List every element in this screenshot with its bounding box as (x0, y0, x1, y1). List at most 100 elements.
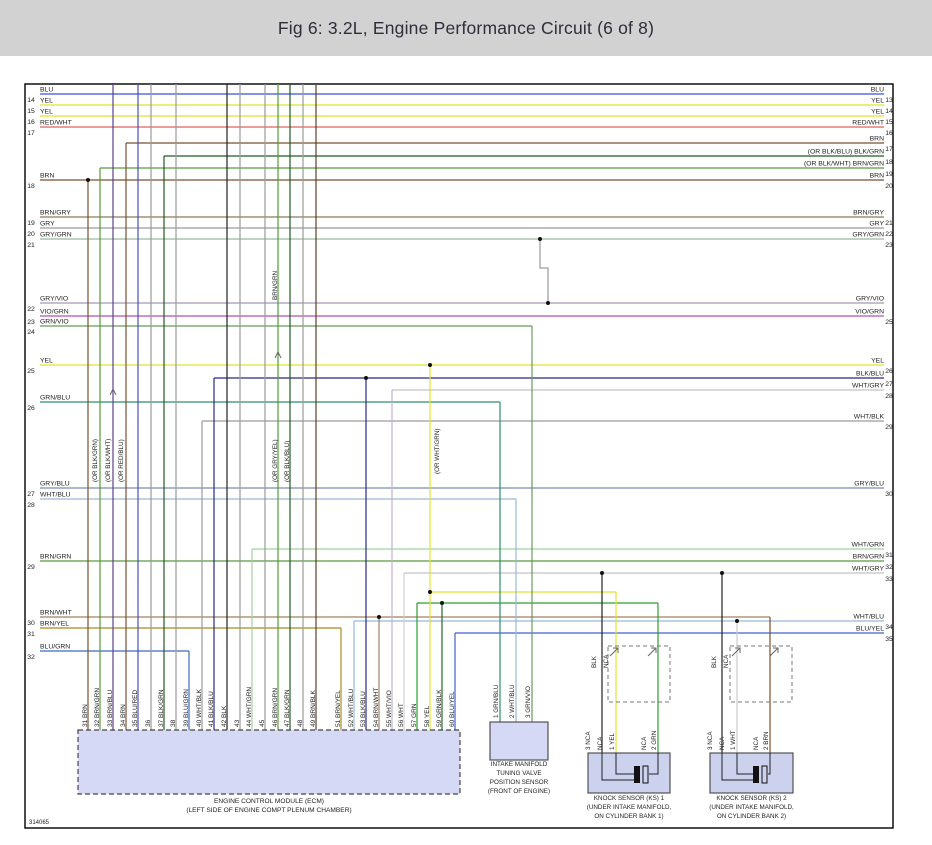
pin-number-right: 34 (885, 624, 893, 631)
pin-number-left: 17 (27, 130, 35, 137)
ks1-caption: ON CYLINDER BANK 1) (594, 813, 663, 820)
pin-number-left: 27 (27, 491, 35, 498)
pin-number-right: 31 (885, 552, 893, 559)
pin-number-left: 25 (27, 368, 35, 375)
ecm-pin-label: 40 WHT/BLK (196, 688, 203, 727)
pin-number-right: 23 (885, 242, 893, 249)
wire-color-label-right: GRY/BLU (854, 481, 884, 488)
wire-color-label-left: BRN/GRY (40, 210, 71, 217)
wire-color-label-rotated: (OR BLK/GRN) (92, 439, 99, 482)
pin-number-right: 30 (885, 491, 893, 498)
wire-color-label-rotated: (OR BLK/WHT) (105, 439, 112, 482)
ecm-pin-label: 49 BRN/BLK (310, 689, 317, 727)
junction-dot (538, 237, 542, 241)
ks1-pin-label: 2 GRN (651, 730, 658, 750)
ks2-wire-label: NCA (723, 654, 730, 668)
wire-color-label-right: WHT/BLU (853, 614, 884, 621)
pin-number-right: 29 (885, 424, 893, 431)
ks1-pin-label: NCA (597, 736, 604, 750)
wire-color-label-right: GRY (869, 221, 884, 228)
ecm-pin-label: 47 BLK/GRN (284, 689, 291, 727)
wire-color-label-right: YEL (871, 358, 884, 365)
pin-number-right: 27 (885, 381, 893, 388)
ecm-pin-label: 32 BRN/GRN (94, 688, 101, 727)
wire-color-label-right: WHT/BLK (854, 414, 885, 421)
pin-number-left: 23 (27, 319, 35, 326)
ks2-pin-label: NCA (719, 736, 726, 750)
imtv-caption: TUNING VALVE (496, 770, 541, 777)
ecm-pin-label: 38 (170, 719, 177, 727)
wire-color-label-right: (OR BLK/BLU) BLK/GRN (808, 149, 884, 156)
wiring-diagram: BLU14BLU13YEL15YEL14YEL16YEL15RED/WHT17R… (0, 0, 932, 845)
wire-color-label-left: RED/WHT (40, 120, 72, 127)
pin-number-left: 29 (27, 564, 35, 571)
pin-number-left: 24 (27, 329, 35, 336)
ecm-pin-label: 59 GRN/BLK (436, 689, 443, 727)
ecm-pin-label: 51 BRN/YEL (335, 690, 342, 727)
wire-color-label-left: GRY (40, 221, 55, 228)
wire-color-label-left: GRY/BLU (40, 481, 70, 488)
ecm-pin-label: 58 YEL (424, 705, 431, 727)
junction-dot (546, 301, 550, 305)
wire-color-label-right: BRN (870, 173, 884, 180)
imtv-sensor-box (490, 722, 548, 760)
pin-number-right: 32 (885, 564, 893, 571)
shield-ground-arrow-icon (770, 648, 778, 656)
ks1-caption: (UNDER INTAKE MANIFOLD, (587, 804, 672, 811)
figure-title: Fig 6: 3.2L, Engine Performance Circuit … (278, 18, 654, 39)
imtv-pin-label: 3 GRN/VIO (525, 686, 532, 718)
ecm-pin-label: 60 BLU/YEL (449, 691, 456, 727)
pin-number-right: 22 (885, 231, 893, 238)
ecm-pin-label: 53 BLK/BLU (360, 691, 367, 727)
wire-color-label-left: BRN/GRN (40, 554, 71, 561)
ks2-wire-label: BLK (711, 655, 718, 668)
ks2-pin-label: 3 NCA (707, 731, 714, 750)
wire-color-label-left: VIO/GRN (40, 309, 69, 316)
ks2-pin-label: 1 WHT (730, 730, 737, 750)
ecm-pin-label: 35 BLU/RED (132, 689, 139, 727)
pin-number-left: 31 (27, 631, 35, 638)
ecm-pin-label: 55 WHT/VIO (386, 690, 393, 727)
ecm-caption: ENGINE CONTROL MODULE (ECM) (214, 798, 324, 805)
pin-number-left: 21 (27, 242, 35, 249)
pin-number-right: 16 (885, 130, 893, 137)
wire-color-label-left: BRN/WHT (40, 610, 72, 617)
ks2-caption: KNOCK SENSOR (KS) 2 (716, 795, 787, 802)
pin-number-left: 26 (27, 405, 35, 412)
ks1-sensor-element (634, 766, 640, 783)
ks2-shield-box (730, 646, 792, 702)
ks2-sensor-element (753, 766, 759, 783)
ecm-caption: (LEFT SIDE OF ENGINE COMPT PLENUM CHAMBE… (186, 807, 351, 814)
pin-number-left: 32 (27, 654, 35, 661)
pin-number-left: 20 (27, 231, 35, 238)
pin-number-left: 16 (27, 119, 35, 126)
ks1-pin-label: NCA (641, 736, 648, 750)
junction-dot (377, 615, 381, 619)
shield-ground-arrow-icon (648, 648, 656, 656)
wire-color-label-rotated: (OR WHT/GRN) (434, 429, 441, 474)
imtv-pin-label: 1 GRN/BLU (493, 684, 500, 718)
pin-number-right: 25 (885, 319, 893, 326)
ecm-pin-label: 31 BRN (82, 704, 89, 727)
wire-color-label-right: WHT/GRN (852, 542, 885, 549)
junction-dot (720, 571, 724, 575)
ks1-pin-label: 3 NCA (585, 731, 592, 750)
pin-number-right: 13 (885, 97, 893, 104)
ecm-pin-label: 37 BLK/GRN (158, 689, 165, 727)
wire-color-label-right: WHT/GRY (852, 566, 884, 573)
ecm-pin-label: 48 (297, 719, 304, 727)
pin-number-left: 15 (27, 108, 35, 115)
wire-color-label-right: GRY/VIO (856, 296, 884, 303)
ks1-pin-label: 1 YEL (609, 732, 616, 750)
imtv-pin-label: 2 WHT/BLU (509, 684, 516, 718)
ecm-pin-label: 41 BLK/BLU (208, 691, 215, 727)
pin-number-right: 28 (885, 393, 893, 400)
ks2-caption: (UNDER INTAKE MANIFOLD, (709, 804, 794, 811)
wire-color-label-left: YEL (40, 358, 53, 365)
ks2-caption: ON CYLINDER BANK 2) (717, 813, 786, 820)
ecm-pin-label: 54 BRN/WHT (373, 688, 380, 727)
wire-color-label-right: RED/WHT (852, 120, 884, 127)
wire-color-label-rotated: (OR BLK/BLU) (284, 441, 291, 482)
ecm-pin-label: 57 GRN (411, 703, 418, 727)
pin-number-left: 14 (27, 97, 35, 104)
